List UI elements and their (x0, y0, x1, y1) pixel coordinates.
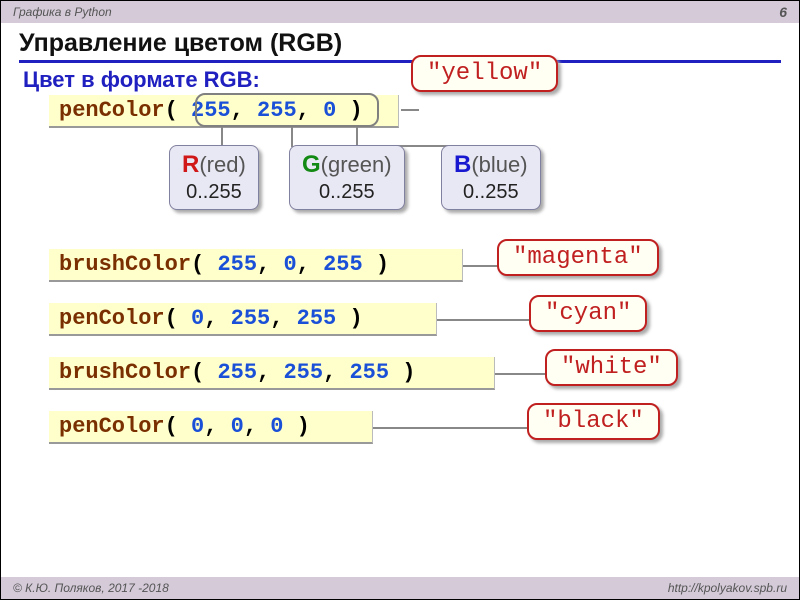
content: "yellow" penColor( 255, 255, 0 ) R(red) … (1, 99, 799, 599)
page-number: 6 (779, 4, 787, 20)
label-cyan: "cyan" (529, 295, 647, 332)
legend-red: R(red) 0..255 (169, 145, 259, 210)
footer: © К.Ю. Поляков, 2017 -2018 http://kpolya… (1, 577, 799, 599)
header: Графика в Python 6 (1, 1, 799, 23)
page-title: Управление цветом (RGB) (19, 29, 781, 63)
label-magenta: "magenta" (497, 239, 659, 276)
label-black: "black" (527, 403, 660, 440)
legend-green: G(green) 0..255 (289, 145, 405, 210)
code-line-3: penColor( 0, 255, 255 ) (49, 303, 437, 336)
code-line-2: brushColor( 255, 0, 255 ) (49, 249, 463, 282)
header-left: Графика в Python (13, 5, 112, 19)
label-white: "white" (545, 349, 678, 386)
footer-left: © К.Ю. Поляков, 2017 -2018 (13, 581, 169, 595)
code-line-5: penColor( 0, 0, 0 ) (49, 411, 373, 444)
label-yellow: "yellow" (411, 55, 558, 92)
code-line-4: brushColor( 255, 255, 255 ) (49, 357, 495, 390)
footer-right: http://kpolyakov.spb.ru (668, 581, 787, 595)
legend-blue: B(blue) 0..255 (441, 145, 541, 210)
